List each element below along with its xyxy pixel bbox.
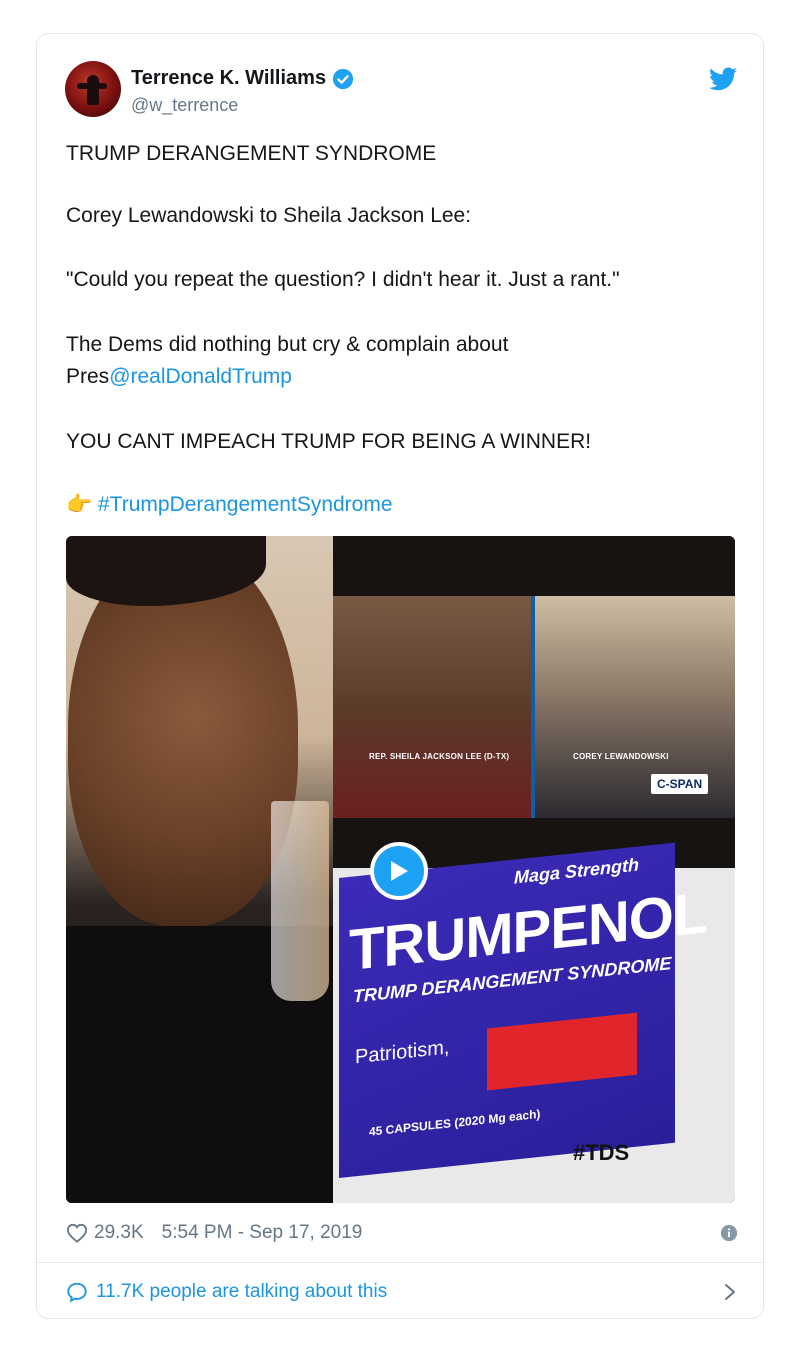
network-logo: C-SPAN xyxy=(651,774,709,794)
tweet-line-1: TRUMP DERANGEMENT SYNDROME xyxy=(66,142,437,165)
tweet-line-5: Pres@realDonaldTrump xyxy=(66,361,292,393)
verified-badge-icon xyxy=(332,68,354,89)
play-icon xyxy=(391,861,408,881)
media-photo-left xyxy=(66,536,333,1203)
box-red-panel xyxy=(487,1012,637,1091)
box-capsules: 45 CAPSULES (2020 Mg each) xyxy=(369,1106,541,1139)
media-video-still: REP. SHEILA JACKSON LEE (D-TX) COREY LEW… xyxy=(333,536,735,868)
caption-left: REP. SHEILA JACKSON LEE (D-TX) xyxy=(369,752,510,761)
caption-right: COREY LEWANDOWSKI xyxy=(573,752,669,761)
author-name[interactable]: Terrence K. Williams xyxy=(131,67,326,90)
tweet-line-3: "Could you repeat the question? I didn't… xyxy=(66,268,620,291)
heart-icon[interactable] xyxy=(66,1223,88,1243)
like-count[interactable]: 29.3K xyxy=(94,1222,144,1244)
conversation-link[interactable]: 11.7K people are talking about this xyxy=(66,1276,738,1308)
tweet-media[interactable]: REP. SHEILA JACKSON LEE (D-TX) COREY LEW… xyxy=(66,536,735,1203)
tweet-line-7: 👉 #TrumpDerangementSyndrome xyxy=(66,489,393,521)
tweet-card: Terrence K. Williams @w_terrence TRUMP D… xyxy=(36,33,764,1319)
comment-bubble-icon xyxy=(67,1282,87,1303)
hashtag-link[interactable]: #TrumpDerangementSyndrome xyxy=(98,493,393,516)
tds-tag: #TDS xyxy=(573,1140,630,1165)
twitter-bird-icon[interactable] xyxy=(709,67,737,91)
tweet-header: Terrence K. Williams @w_terrence xyxy=(65,61,737,121)
tweet-line-4: The Dems did nothing but cry & complain … xyxy=(66,333,509,356)
pointing-hand-emoji: 👉 xyxy=(66,493,93,516)
tweet-timestamp[interactable]: 5:54 PM - Sep 17, 2019 xyxy=(162,1222,363,1244)
box-patriot: Patriotism, xyxy=(355,1036,450,1069)
tweet-line-2: Corey Lewandowski to Sheila Jackson Lee: xyxy=(66,204,472,227)
chevron-right-icon[interactable] xyxy=(722,1282,738,1302)
media-product-image: Maga Strength TRUMPENOL TRUMP DERANGEMEN… xyxy=(333,842,735,1203)
tweet-meta: 29.3K 5:54 PM - Sep 17, 2019 xyxy=(66,1218,738,1248)
author-row: Terrence K. Williams xyxy=(131,67,354,90)
play-button[interactable] xyxy=(370,842,428,900)
tweet-line-5-prefix: Pres xyxy=(66,365,110,388)
divider xyxy=(37,1262,763,1263)
box-maga-text: Maga Strength xyxy=(514,854,640,888)
avatar[interactable] xyxy=(65,61,121,117)
info-icon[interactable] xyxy=(720,1224,738,1242)
tweet-line-6: YOU CANT IMPEACH TRUMP FOR BEING A WINNE… xyxy=(66,430,592,453)
conversation-count[interactable]: 11.7K people are talking about this xyxy=(96,1281,387,1303)
author-handle[interactable]: @w_terrence xyxy=(131,95,238,116)
mention-link[interactable]: @realDonaldTrump xyxy=(109,365,292,388)
